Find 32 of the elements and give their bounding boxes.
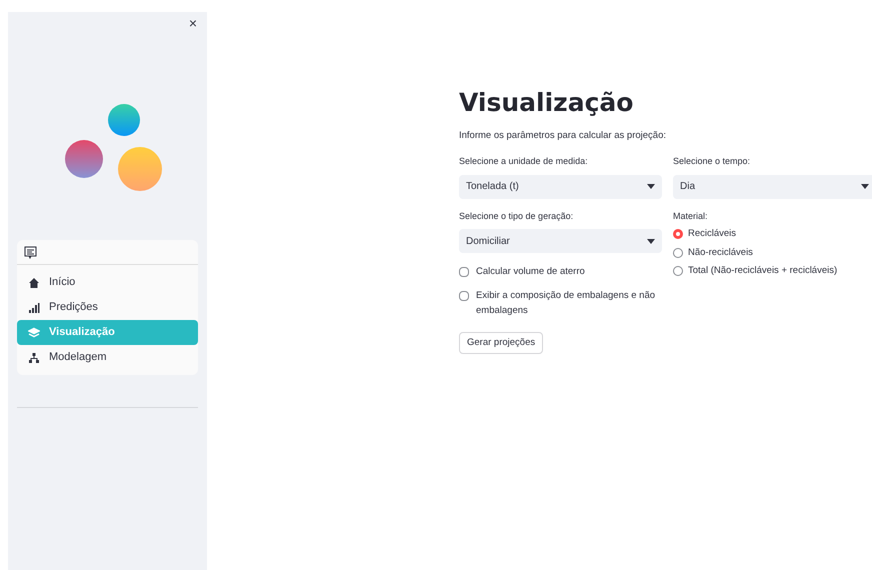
radio-button[interactable]: [673, 266, 683, 276]
checkbox[interactable]: [459, 267, 469, 278]
caret-icon: [647, 238, 655, 244]
house-icon: [28, 276, 40, 288]
radio-label: Total (Não-recicláveis + recicláveis): [688, 264, 838, 278]
radio-label: Não-recicláveis: [688, 246, 753, 260]
select-field[interactable]: Tonelada (t): [459, 174, 662, 199]
checkbox-label: Exibir a composição de embalagens e não embalagens: [476, 289, 656, 318]
field-label: Material:: [673, 210, 709, 223]
select-field[interactable]: Domiciliar: [459, 229, 662, 254]
caret-icon: [647, 184, 655, 190]
close-button[interactable]: ×: [188, 16, 197, 30]
radio-label: Recicláveis: [688, 227, 736, 242]
field-label: Selecione o tipo de geração:: [459, 210, 574, 223]
menu-item[interactable]: Modelagem: [17, 345, 198, 370]
checkbox-label: Calcular volume de aterro: [476, 265, 585, 280]
menu-item[interactable]: Predições: [17, 295, 198, 320]
layers-icon: [28, 326, 40, 338]
caret-icon: [861, 184, 869, 190]
radio-button[interactable]: [673, 248, 683, 258]
hierarchy-icon: [28, 352, 40, 364]
field-label: Selecione o tempo:: [673, 155, 752, 168]
bar-chart-icon: [28, 302, 40, 314]
intro-text: Informe os parâmetros para calcular as projeção:: [459, 129, 667, 143]
field-label: Selecione a unidade de medida:: [459, 155, 589, 168]
generate-button[interactable]: Gerar projeções: [459, 332, 544, 354]
menu-item[interactable]: Início: [17, 270, 198, 295]
page-title: Visualização: [459, 88, 634, 118]
checkbox[interactable]: [459, 291, 469, 302]
select-field[interactable]: Dia: [673, 174, 872, 199]
radio-button[interactable]: [673, 229, 683, 240]
menu-card-icon: [24, 246, 37, 258]
